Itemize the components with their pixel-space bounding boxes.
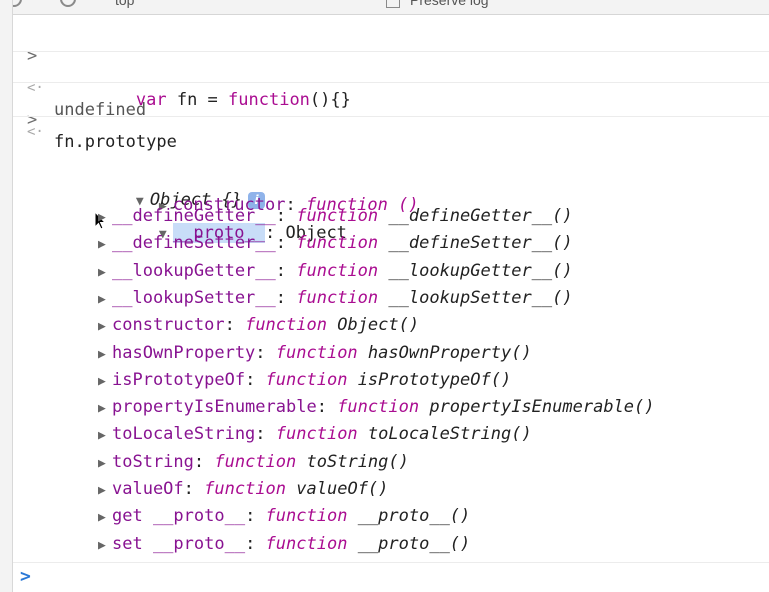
function-name: __proto__() — [357, 533, 471, 554]
function-keyword: function — [204, 479, 287, 499]
expand-triangle-icon[interactable]: ▶ — [98, 507, 112, 529]
expand-triangle-icon[interactable]: ▶ — [98, 425, 112, 447]
context-selector[interactable]: top — [115, 0, 134, 8]
console-output: > var fn = function(){} <· undefined > f… — [13, 15, 769, 592]
function-keyword: function — [245, 315, 327, 336]
function-name: hasOwnProperty() — [367, 342, 532, 363]
function-keyword: function — [265, 533, 348, 554]
function-keyword: function — [275, 342, 358, 363]
devtools-console-panel: top Preserve log > var fn = function(){}… — [0, 0, 769, 592]
property-key: get __proto__ — [112, 506, 246, 527]
property-key: isPrototypeOf — [112, 369, 246, 390]
preserve-log-label: Preserve log — [410, 0, 489, 8]
expand-triangle-icon[interactable]: ▶ — [98, 535, 112, 557]
filter-icon[interactable] — [60, 0, 76, 7]
function-name: __proto__() — [357, 506, 471, 527]
function-name: isPrototypeOf() — [357, 369, 512, 390]
expand-triangle-icon[interactable]: ▶ — [98, 262, 112, 284]
function-name: __defineGetter__() — [388, 206, 573, 226]
property-key: hasOwnProperty — [112, 342, 256, 363]
function-keyword: function — [296, 233, 379, 254]
function-name: toLocaleString() — [367, 424, 532, 445]
function-keyword: function — [296, 287, 379, 308]
row-divider — [13, 562, 769, 563]
function-name: __lookupSetter__() — [388, 287, 573, 308]
function-keyword: function — [296, 260, 379, 281]
row-divider — [13, 82, 769, 83]
property-key: __lookupSetter__ — [112, 287, 276, 308]
preserve-log-checkbox[interactable] — [386, 0, 400, 8]
expand-triangle-icon[interactable]: ▶ — [98, 398, 112, 420]
expand-triangle-icon[interactable]: ▶ — [98, 453, 112, 475]
function-name: propertyIsEnumerable() — [429, 397, 655, 418]
function-name: valueOf() — [296, 479, 389, 499]
expand-triangle-icon[interactable]: ▶ — [98, 480, 112, 502]
function-keyword: function — [296, 206, 379, 226]
function-keyword: function — [265, 369, 348, 390]
expand-triangle-icon[interactable]: ▶ — [98, 234, 112, 256]
function-keyword: function — [275, 424, 358, 445]
left-gutter — [0, 0, 13, 592]
property-key: set __proto__ — [112, 533, 246, 554]
property-key: propertyIsEnumerable — [112, 397, 317, 418]
console-toolbar: top Preserve log — [0, 0, 769, 15]
function-name: Object() — [337, 315, 420, 336]
row-divider — [13, 51, 769, 52]
function-name: toString() — [306, 451, 409, 472]
property-key: __lookupGetter__ — [112, 260, 276, 281]
expand-triangle-icon[interactable]: ▶ — [98, 289, 112, 311]
expand-triangle-icon[interactable]: ▶ — [98, 316, 112, 338]
property-key: __defineGetter__ — [112, 206, 276, 226]
expand-triangle-icon[interactable]: ▶ — [98, 371, 112, 393]
property-key: __defineSetter__ — [112, 233, 276, 254]
property-key: valueOf — [112, 479, 184, 499]
result-arrow-icon: <· — [27, 124, 44, 140]
function-keyword: function — [337, 397, 420, 418]
function-keyword: function — [265, 506, 348, 527]
function-name: __lookupGetter__() — [388, 260, 573, 281]
function-name: __defineSetter__() — [388, 233, 573, 254]
expand-triangle-icon[interactable]: ▶ — [98, 344, 112, 366]
row-divider — [13, 116, 769, 117]
property-key: toLocaleString — [112, 424, 256, 445]
property-key: toString — [112, 451, 194, 472]
property-key: constructor — [112, 315, 225, 336]
function-keyword: function — [214, 451, 297, 472]
console-input-prompt[interactable]: > — [20, 566, 31, 587]
expand-triangle-icon[interactable]: ▶ — [98, 207, 112, 229]
